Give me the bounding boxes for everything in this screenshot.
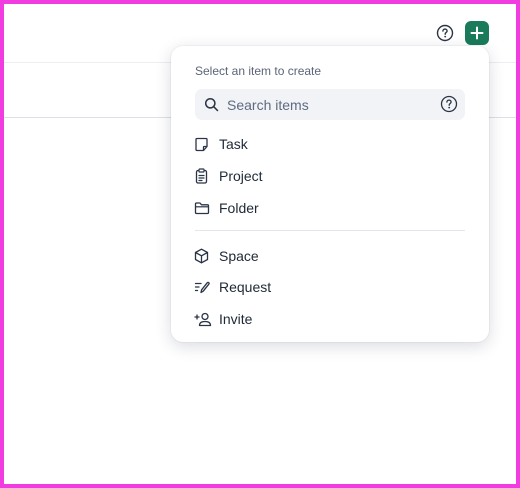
help-circle-icon [436,24,454,42]
menu-item-label: Task [219,136,248,152]
menu-item-request[interactable]: Request [191,273,469,301]
add-button[interactable] [465,21,489,45]
help-button[interactable] [435,23,455,43]
create-menu: Select an item to create Search items Ta… [171,46,489,342]
menu-title: Select an item to create [195,64,322,78]
add-user-icon [194,309,218,329]
folder-icon [194,198,218,218]
menu-item-task[interactable]: Task [191,130,469,158]
request-icon [194,277,218,297]
search-box[interactable]: Search items [195,89,465,120]
menu-item-folder[interactable]: Folder [191,194,469,222]
menu-item-label: Request [219,279,272,295]
menu-item-invite[interactable]: Invite [191,305,469,333]
menu-item-project[interactable]: Project [191,162,469,190]
menu-item-space[interactable]: Space [191,242,469,270]
menu-divider [195,230,465,231]
plus-icon [470,26,484,40]
search-icon [204,97,219,112]
menu-item-label: Invite [219,311,253,327]
task-icon [194,134,218,154]
cube-icon [194,246,218,266]
menu-item-label: Folder [219,200,259,216]
clipboard-icon [194,166,218,186]
menu-item-label: Project [219,168,263,184]
search-input[interactable]: Search items [227,97,309,113]
menu-item-label: Space [219,248,259,264]
help-circle-icon[interactable] [440,95,458,113]
